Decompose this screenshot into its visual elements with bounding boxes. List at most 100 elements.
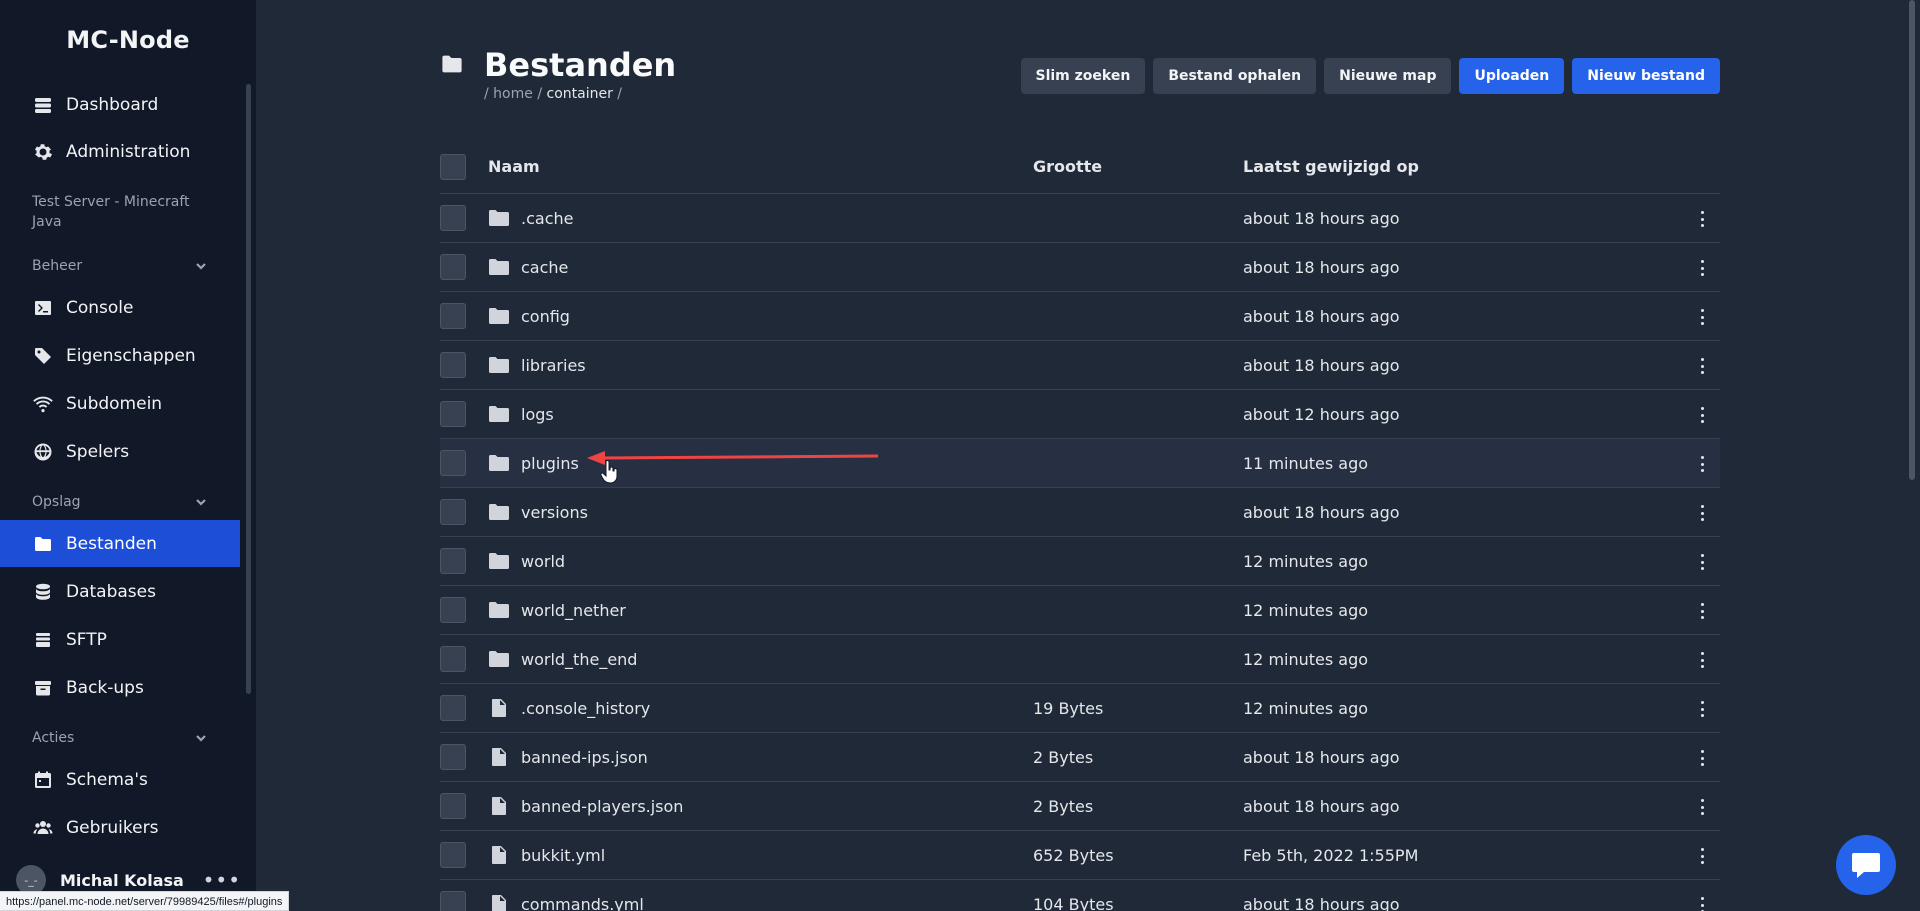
- row-checkbox[interactable]: [440, 842, 466, 868]
- row-checkbox[interactable]: [440, 352, 466, 378]
- section-opslag[interactable]: Opslag: [32, 492, 208, 512]
- sidebar-item-sftp[interactable]: SFTP: [0, 616, 240, 663]
- sidebar-item-bestanden[interactable]: Bestanden: [0, 520, 240, 567]
- row-checkbox[interactable]: [440, 695, 466, 721]
- section-acties[interactable]: Acties: [32, 728, 208, 748]
- new-folder-button[interactable]: Nieuwe map: [1324, 58, 1452, 94]
- breadcrumb: / home / container /: [484, 86, 622, 102]
- row-checkbox[interactable]: [440, 891, 466, 911]
- file-name[interactable]: .cache: [521, 209, 573, 228]
- more-options-icon[interactable]: [1694, 601, 1710, 621]
- sidebar-item-console[interactable]: Console: [0, 284, 240, 331]
- upload-button[interactable]: Uploaden: [1459, 58, 1565, 94]
- new-file-button[interactable]: Nieuw bestand: [1572, 58, 1720, 94]
- row-checkbox[interactable]: [440, 205, 466, 231]
- row-checkbox[interactable]: [440, 646, 466, 672]
- file-name[interactable]: world_the_end: [521, 650, 637, 669]
- row-checkbox[interactable]: [440, 597, 466, 623]
- table-row[interactable]: cache about 18 hours ago: [440, 243, 1720, 292]
- more-options-icon[interactable]: [1694, 699, 1710, 719]
- file-name[interactable]: plugins: [521, 454, 579, 473]
- file-name[interactable]: libraries: [521, 356, 586, 375]
- more-options-icon[interactable]: [1694, 405, 1710, 425]
- more-options-icon[interactable]: [1694, 797, 1710, 817]
- row-checkbox[interactable]: [440, 744, 466, 770]
- file-name[interactable]: logs: [521, 405, 554, 424]
- file-name[interactable]: cache: [521, 258, 568, 277]
- more-options-icon[interactable]: [1694, 650, 1710, 670]
- breadcrumb-container[interactable]: container: [547, 86, 613, 102]
- user-menu-button[interactable]: •••: [203, 868, 241, 892]
- sidebar-item-schemas[interactable]: Schema's: [0, 756, 240, 803]
- breadcrumb-home[interactable]: home: [493, 86, 533, 102]
- column-modified[interactable]: Laatst gewijzigd op: [1243, 157, 1419, 176]
- more-options-icon[interactable]: [1694, 895, 1710, 911]
- table-row[interactable]: bukkit.yml 652 Bytes Feb 5th, 2022 1:55PM: [440, 831, 1720, 880]
- sidebar-item-dashboard[interactable]: Dashboard: [0, 81, 240, 128]
- row-checkbox[interactable]: [440, 499, 466, 525]
- sidebar-item-back-ups[interactable]: Back-ups: [0, 664, 240, 711]
- table-row[interactable]: banned-ips.json 2 Bytes about 18 hours ago: [440, 733, 1720, 782]
- table-row[interactable]: commands.yml 104 Bytes about 18 hours ago: [440, 880, 1720, 911]
- more-options-icon[interactable]: [1694, 209, 1710, 229]
- row-checkbox[interactable]: [440, 254, 466, 280]
- row-checkbox[interactable]: [440, 793, 466, 819]
- select-all-checkbox[interactable]: [440, 153, 466, 180]
- table-row[interactable]: config about 18 hours ago: [440, 292, 1720, 341]
- sidebar-item-label: Databases: [66, 581, 156, 602]
- folder-icon: [488, 453, 510, 473]
- file-name[interactable]: versions: [521, 503, 588, 522]
- table-row[interactable]: world_the_end 12 minutes ago: [440, 635, 1720, 684]
- row-checkbox[interactable]: [440, 548, 466, 574]
- pull-file-button[interactable]: Bestand ophalen: [1153, 58, 1317, 94]
- sidebar-item-subdomein[interactable]: Subdomein: [0, 380, 240, 427]
- file-name[interactable]: bukkit.yml: [521, 846, 605, 865]
- more-options-icon[interactable]: [1694, 748, 1710, 768]
- sidebar-item-gebruikers[interactable]: Gebruikers: [0, 804, 240, 851]
- file-name[interactable]: banned-ips.json: [521, 748, 648, 767]
- folder-icon: [32, 533, 54, 555]
- table-row[interactable]: libraries about 18 hours ago: [440, 341, 1720, 390]
- more-options-icon[interactable]: [1694, 846, 1710, 866]
- file-modified: 12 minutes ago: [1243, 551, 1369, 571]
- terminal-icon: [32, 297, 54, 319]
- more-options-icon[interactable]: [1694, 356, 1710, 376]
- table-row[interactable]: .console_history 19 Bytes 12 minutes ago: [440, 684, 1720, 733]
- sidebar-item-eigenschappen[interactable]: Eigenschappen: [0, 332, 240, 379]
- chat-bubble-icon: [1852, 853, 1880, 878]
- section-beheer[interactable]: Beheer: [32, 256, 208, 276]
- sidebar-item-spelers[interactable]: Spelers: [0, 428, 240, 475]
- row-checkbox[interactable]: [440, 303, 466, 329]
- more-options-icon[interactable]: [1694, 258, 1710, 278]
- file-name[interactable]: commands.yml: [521, 895, 644, 911]
- table-row[interactable]: logs about 12 hours ago: [440, 390, 1720, 439]
- more-options-icon[interactable]: [1694, 307, 1710, 327]
- column-name[interactable]: Naam: [488, 157, 540, 176]
- sidebar-item-administration[interactable]: Administration: [0, 128, 240, 175]
- file-name[interactable]: world: [521, 552, 565, 571]
- page-scrollbar[interactable]: [1909, 0, 1915, 480]
- table-row[interactable]: banned-players.json 2 Bytes about 18 hours…: [440, 782, 1720, 831]
- row-checkbox[interactable]: [440, 450, 466, 476]
- folder-icon: [488, 502, 510, 522]
- sidebar-item-databases[interactable]: Databases: [0, 568, 240, 615]
- table-row[interactable]: .cache about 18 hours ago: [440, 194, 1720, 243]
- brand-logo[interactable]: MC-Node: [0, 0, 256, 80]
- column-size[interactable]: Grootte: [1033, 157, 1102, 176]
- table-row[interactable]: versions about 18 hours ago: [440, 488, 1720, 537]
- more-options-icon[interactable]: [1694, 503, 1710, 523]
- chat-button[interactable]: [1836, 835, 1896, 895]
- sidebar-item-label: Subdomein: [66, 393, 163, 414]
- file-name[interactable]: config: [521, 307, 570, 326]
- table-row[interactable]: world 12 minutes ago: [440, 537, 1720, 586]
- file-name[interactable]: banned-players.json: [521, 797, 683, 816]
- more-options-icon[interactable]: [1694, 454, 1710, 474]
- table-row[interactable]: world_nether 12 minutes ago: [440, 586, 1720, 635]
- smart-search-button[interactable]: Slim zoeken: [1020, 58, 1146, 94]
- more-options-icon[interactable]: [1694, 552, 1710, 572]
- file-name[interactable]: world_nether: [521, 601, 626, 620]
- sidebar-scrollbar[interactable]: [246, 84, 251, 694]
- file-modified: about 18 hours ago: [1243, 355, 1400, 375]
- file-name[interactable]: .console_history: [521, 699, 650, 718]
- row-checkbox[interactable]: [440, 401, 466, 427]
